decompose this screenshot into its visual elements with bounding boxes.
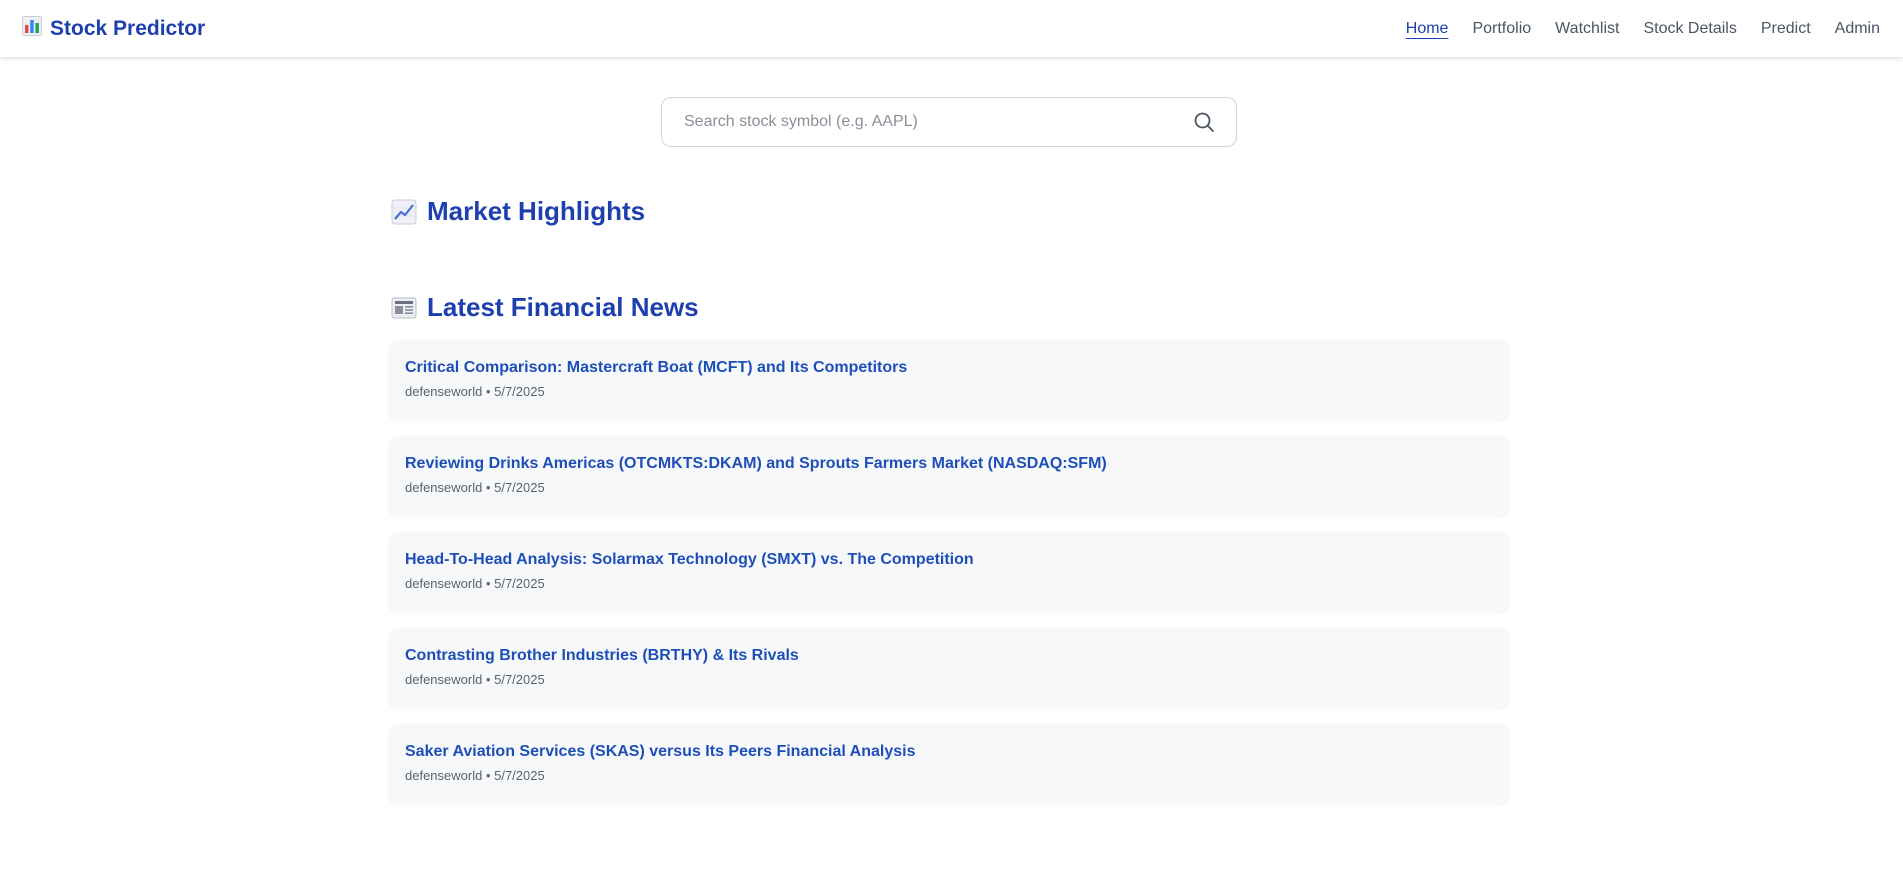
news-card: Head-To-Head Analysis: Solarmax Technolo… xyxy=(388,532,1510,613)
news-meta: defenseworld • 5/7/2025 xyxy=(405,384,545,399)
nav-item-portfolio[interactable]: Portfolio xyxy=(1472,20,1531,38)
news-meta: defenseworld • 5/7/2025 xyxy=(405,672,545,687)
market-highlights-title: Market Highlights xyxy=(427,196,646,226)
nav-item-admin[interactable]: Admin xyxy=(1835,20,1880,38)
news-link[interactable]: Reviewing Drinks Americas (OTCMKTS:DKAM)… xyxy=(405,454,1493,474)
news-card: Saker Aviation Services (SKAS) versus It… xyxy=(388,724,1510,805)
news-card: Contrasting Brother Industries (BRTHY) &… xyxy=(388,628,1510,709)
news-meta: defenseworld • 5/7/2025 xyxy=(405,768,545,783)
news-heading: Latest Financial News xyxy=(391,292,699,323)
nav-item-predict[interactable]: Predict xyxy=(1761,20,1811,38)
nav-item-stock-details[interactable]: Stock Details xyxy=(1643,20,1736,38)
news-title: Latest Financial News xyxy=(427,292,699,322)
top-navbar: Stock Predictor Home Portfolio Watchlist… xyxy=(0,0,1903,57)
news-link[interactable]: Critical Comparison: Mastercraft Boat (M… xyxy=(405,358,1493,378)
trending-chart-icon xyxy=(391,199,417,225)
bar-chart-icon xyxy=(22,16,42,41)
nav-links: Home Portfolio Watchlist Stock Details P… xyxy=(1406,20,1880,38)
news-list: Critical Comparison: Mastercraft Boat (M… xyxy=(388,340,1510,820)
news-meta: defenseworld • 5/7/2025 xyxy=(405,480,545,495)
news-link[interactable]: Head-To-Head Analysis: Solarmax Technolo… xyxy=(405,550,1493,570)
brand-link[interactable]: Stock Predictor xyxy=(22,16,205,41)
nav-item-watchlist[interactable]: Watchlist xyxy=(1555,20,1619,38)
market-highlights-heading: Market Highlights xyxy=(391,196,645,227)
news-link[interactable]: Saker Aviation Services (SKAS) versus It… xyxy=(405,742,1493,762)
search-icon[interactable] xyxy=(1192,110,1216,134)
brand-name: Stock Predictor xyxy=(50,16,206,40)
search-bar xyxy=(661,97,1237,147)
news-link[interactable]: Contrasting Brother Industries (BRTHY) &… xyxy=(405,646,1493,666)
news-meta: defenseworld • 5/7/2025 xyxy=(405,576,545,591)
news-card: Reviewing Drinks Americas (OTCMKTS:DKAM)… xyxy=(388,436,1510,517)
search-input[interactable] xyxy=(682,112,1192,132)
news-card: Critical Comparison: Mastercraft Boat (M… xyxy=(388,340,1510,421)
newspaper-icon xyxy=(391,295,417,321)
nav-item-home[interactable]: Home xyxy=(1406,20,1449,38)
